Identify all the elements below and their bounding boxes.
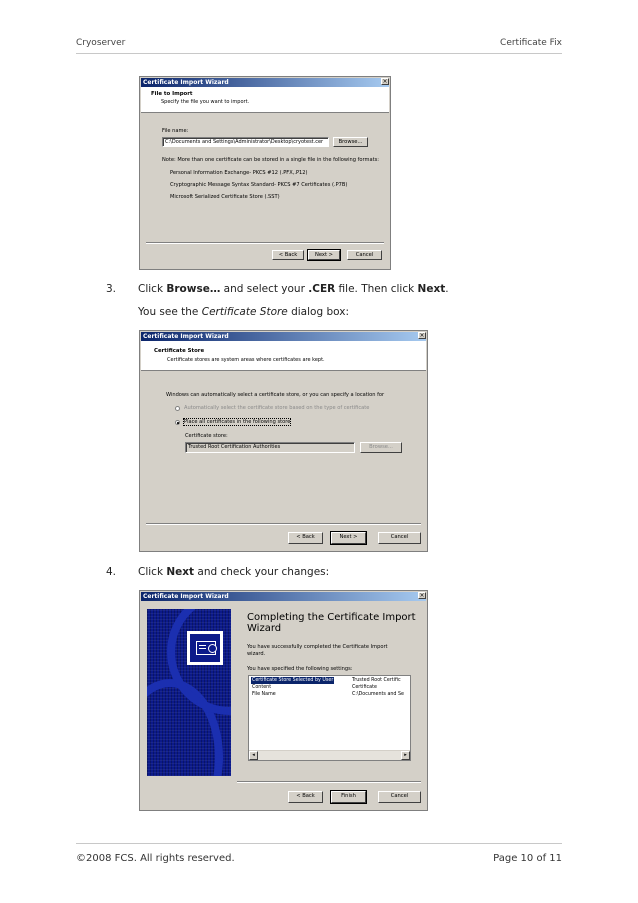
completion-heading: Completing the Certificate Import Wizard bbox=[247, 612, 416, 634]
back-button[interactable]: < Back bbox=[272, 250, 304, 260]
button-separator bbox=[237, 781, 421, 783]
dialog-titlebar: Certificate Import Wizard bbox=[141, 78, 389, 87]
step-3-instruction: Click Browse… and select your .CER file.… bbox=[138, 283, 449, 295]
store-description: Windows can automatically select a certi… bbox=[166, 392, 385, 398]
format-item: Microsoft Serialized Certificate Store (… bbox=[170, 194, 280, 200]
doc-header-left: Cryoserver bbox=[76, 38, 126, 48]
section-title: Certificate Store bbox=[154, 348, 205, 354]
back-button[interactable]: < Back bbox=[288, 791, 323, 803]
cancel-button[interactable]: Cancel bbox=[378, 791, 421, 803]
wizard-header-band: Certificate Store Certificate stores are… bbox=[141, 341, 426, 371]
dialog-titlebar: Certificate Import Wizard bbox=[141, 592, 426, 601]
doc-header-right: Certificate Fix bbox=[500, 38, 562, 48]
file-name-label: File name: bbox=[162, 128, 189, 134]
dialog-titlebar: Certificate Import Wizard bbox=[141, 332, 426, 341]
button-separator bbox=[146, 242, 384, 244]
format-item: Cryptographic Message Syntax Standard- P… bbox=[170, 182, 348, 188]
radio-auto-select-label[interactable]: Automatically select the certificate sto… bbox=[184, 405, 369, 411]
page-number: Page 10 of 11 bbox=[493, 853, 562, 864]
settings-intro: You have specified the following setting… bbox=[247, 666, 353, 672]
store-browse-button[interactable]: Browse... bbox=[360, 442, 402, 453]
browse-button[interactable]: Browse... bbox=[333, 137, 368, 147]
step-number: 3. bbox=[106, 283, 117, 295]
scroll-left-arrow-icon[interactable]: ◂ bbox=[249, 751, 258, 760]
list-item[interactable]: Certificate Store Selected by User Trust… bbox=[251, 677, 410, 684]
footer-divider bbox=[76, 843, 562, 844]
section-title: File to Import bbox=[151, 91, 193, 97]
settings-listbox[interactable]: Certificate Store Selected by User Trust… bbox=[248, 675, 411, 761]
wizard-banner bbox=[147, 609, 231, 776]
button-separator bbox=[146, 523, 421, 525]
back-button[interactable]: < Back bbox=[288, 532, 323, 544]
step-number: 4. bbox=[106, 566, 117, 578]
certificate-store-field: Trusted Root Certification Authorities bbox=[185, 442, 355, 453]
close-icon[interactable]: × bbox=[418, 592, 426, 599]
list-item[interactable]: File Name C:\Documents and Se bbox=[251, 691, 410, 698]
next-button[interactable]: Next > bbox=[307, 249, 341, 261]
list-item[interactable]: Content Certificate bbox=[251, 684, 410, 691]
close-icon[interactable]: × bbox=[418, 332, 426, 339]
next-button[interactable]: Next > bbox=[330, 531, 367, 545]
step-3-note: You see the Certificate Store dialog box… bbox=[138, 306, 349, 318]
wizard-header-band: File to Import Specify the file you want… bbox=[141, 87, 389, 113]
success-message: You have successfully completed the Cert… bbox=[247, 644, 388, 650]
section-subtitle: Specify the file you want to import. bbox=[161, 99, 250, 105]
file-name-input[interactable]: C:\Documents and Settings\Administrator\… bbox=[162, 137, 329, 147]
dialog-file-to-import: Certificate Import Wizard × File to Impo… bbox=[139, 76, 391, 270]
dialog-certificate-store: Certificate Import Wizard × Certificate … bbox=[139, 330, 428, 552]
certificate-store-label: Certificate store: bbox=[185, 433, 228, 439]
dialog-completing-wizard: Certificate Import Wizard × Completing t… bbox=[139, 590, 428, 811]
scroll-right-arrow-icon[interactable]: ▸ bbox=[401, 751, 410, 760]
close-icon[interactable]: × bbox=[381, 78, 389, 85]
radio-place-all-label[interactable]: Place all certificates in the following … bbox=[182, 418, 292, 426]
certificate-icon bbox=[187, 631, 223, 665]
cancel-button[interactable]: Cancel bbox=[378, 532, 421, 544]
radio-icon[interactable] bbox=[175, 406, 180, 411]
cancel-button[interactable]: Cancel bbox=[347, 250, 382, 260]
step-4-instruction: Click Next and check your changes: bbox=[138, 566, 330, 578]
success-message-cont: wizard. bbox=[247, 651, 266, 657]
finish-button[interactable]: Finish bbox=[330, 790, 367, 804]
header-divider bbox=[76, 53, 562, 54]
radio-icon[interactable] bbox=[175, 420, 180, 425]
horizontal-scrollbar[interactable]: ◂ ▸ bbox=[249, 750, 410, 760]
copyright: ©2008 FCS. All rights reserved. bbox=[76, 853, 235, 864]
section-subtitle: Certificate stores are system areas wher… bbox=[167, 357, 325, 363]
format-item: Personal Information Exchange- PKCS #12 … bbox=[170, 170, 308, 176]
formats-note: Note: More than one certificate can be s… bbox=[162, 157, 379, 163]
